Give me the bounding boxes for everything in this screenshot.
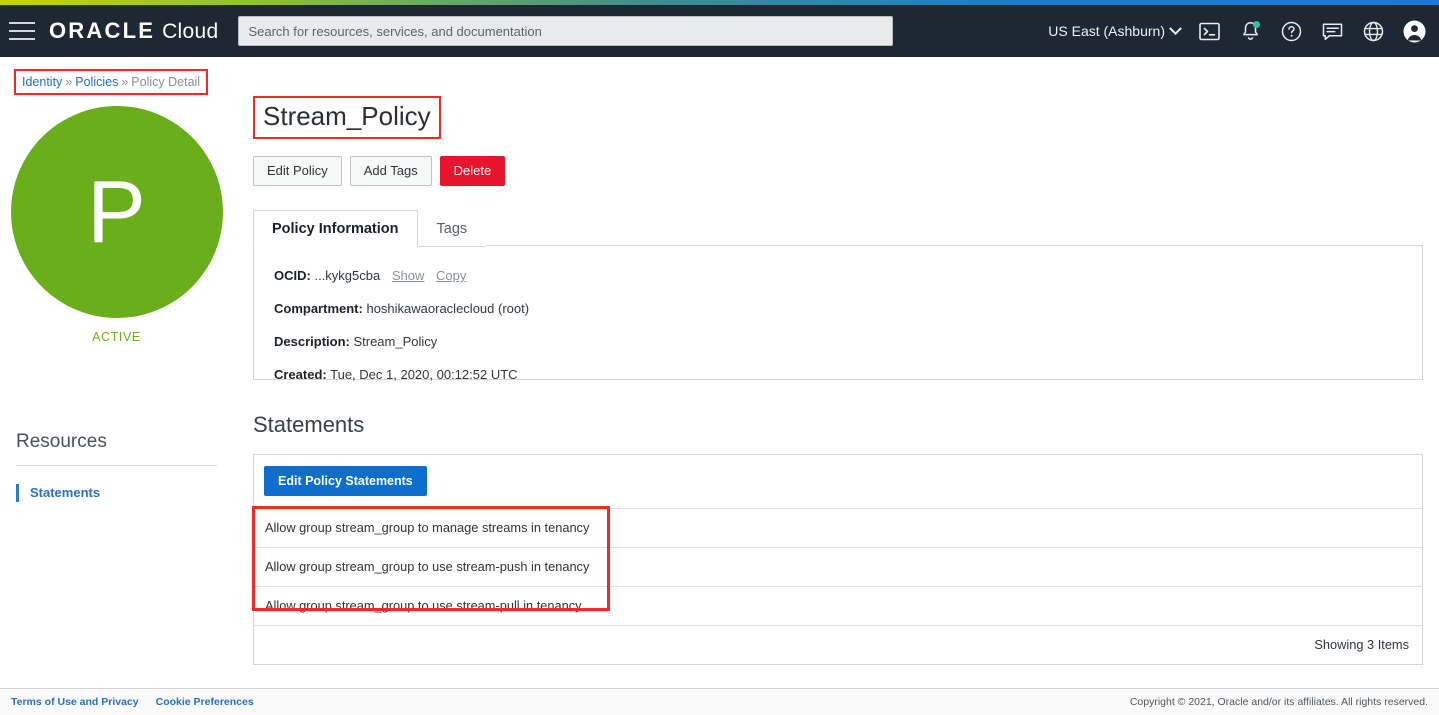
notifications-bell-icon[interactable]: [1238, 19, 1262, 43]
tab-policy-information[interactable]: Policy Information: [253, 210, 418, 247]
detail-value-description: Stream_Policy: [353, 334, 438, 349]
language-globe-icon[interactable]: [1361, 19, 1385, 43]
terms-of-use-link[interactable]: Terms of Use and Privacy: [11, 696, 139, 708]
brand-cloud-text: Cloud: [162, 20, 219, 43]
page-title: Stream_Policy: [253, 96, 441, 139]
breadcrumb-separator: »: [65, 75, 73, 89]
edit-policy-statements-button[interactable]: Edit Policy Statements: [264, 466, 427, 496]
show-ocid-link[interactable]: Show: [392, 268, 425, 283]
detail-value-created: Tue, Dec 1, 2020, 00:12:52 UTC: [330, 367, 518, 382]
header-actions: US East (Ashburn): [1048, 19, 1439, 43]
detail-value-ocid: ...kykg5cba: [314, 268, 381, 283]
detail-label-created: Created:: [274, 367, 327, 382]
detail-tabs: Policy Information Tags: [253, 210, 1423, 247]
tab-tags[interactable]: Tags: [417, 210, 487, 247]
detail-label-ocid: OCID:: [274, 268, 311, 283]
statements-table-toolbar: Edit Policy Statements: [254, 455, 1422, 509]
resources-divider: [16, 465, 217, 466]
detail-row-description: Description: Stream_Policy: [274, 334, 1400, 350]
hamburger-menu-icon[interactable]: [9, 22, 35, 40]
page-actions: Edit Policy Add Tags Delete: [253, 156, 1423, 186]
detail-label-compartment: Compartment:: [274, 301, 363, 316]
add-tags-button[interactable]: Add Tags: [349, 156, 432, 186]
cookie-preferences-link[interactable]: Cookie Preferences: [156, 696, 254, 708]
search-input[interactable]: [238, 16, 894, 46]
table-row[interactable]: Allow group stream_group to manage strea…: [254, 509, 1422, 548]
page-footer: Terms of Use and Privacy Cookie Preferen…: [0, 688, 1439, 715]
sidebar-item-statements[interactable]: Statements: [16, 484, 233, 502]
region-label: US East (Ashburn): [1048, 23, 1165, 39]
notification-badge-dot: [1253, 21, 1260, 28]
chevron-down-icon: [1169, 21, 1182, 35]
region-selector[interactable]: US East (Ashburn): [1048, 21, 1182, 39]
main-content: Stream_Policy Edit Policy Add Tags Delet…: [253, 96, 1423, 665]
policy-information-panel: OCID: ...kykg5cba Show Copy Compartment:…: [253, 246, 1423, 383]
table-row[interactable]: Allow group stream_group to use stream-p…: [254, 548, 1422, 587]
profile-avatar-icon[interactable]: [1402, 19, 1426, 43]
brand-oracle-text: ORACLE: [49, 18, 156, 43]
detail-row-ocid: OCID: ...kykg5cba Show Copy: [274, 268, 1400, 284]
breadcrumb-separator: »: [121, 75, 129, 89]
status-badge: ACTIVE: [92, 330, 141, 344]
feedback-chat-icon[interactable]: [1320, 19, 1344, 43]
copy-ocid-link[interactable]: Copy: [436, 268, 466, 283]
avatar: P: [10, 106, 223, 318]
oracle-cloud-logo[interactable]: ORACLE Cloud: [49, 18, 218, 44]
global-header: ORACLE Cloud US East (Ashburn): [0, 5, 1439, 57]
edit-policy-button[interactable]: Edit Policy: [253, 156, 342, 186]
cloud-shell-icon[interactable]: [1197, 19, 1221, 43]
delete-button[interactable]: Delete: [439, 156, 506, 186]
breadcrumb-item-policies[interactable]: Policies: [75, 75, 118, 89]
detail-row-compartment: Compartment: hoshikawaoraclecloud (root): [274, 301, 1400, 317]
resources-heading: Resources: [16, 431, 107, 452]
table-item-count: Showing 3 Items: [1314, 637, 1409, 652]
detail-label-description: Description:: [274, 334, 350, 349]
left-sidebar: P ACTIVE Resources Statements: [0, 100, 233, 502]
detail-row-created: Created: Tue, Dec 1, 2020, 00:12:52 UTC: [274, 367, 1400, 383]
section-title-statements: Statements: [253, 412, 365, 437]
detail-value-compartment: hoshikawaoraclecloud (root): [366, 301, 530, 316]
breadcrumb-item-identity[interactable]: Identity: [22, 75, 62, 89]
breadcrumb: Identity» Policies» Policy Detail: [14, 69, 209, 95]
breadcrumb-item-policy-detail: Policy Detail: [131, 75, 201, 89]
copyright-text: Copyright © 2021, Oracle and/or its affi…: [1129, 696, 1428, 708]
statements-table: Edit Policy Statements Allow group strea…: [253, 454, 1423, 665]
table-row[interactable]: Allow group stream_group to use stream-p…: [254, 587, 1422, 626]
resource-avatar-block: P ACTIVE: [0, 106, 233, 344]
help-icon[interactable]: [1279, 19, 1303, 43]
tab-filler: [486, 245, 1423, 246]
